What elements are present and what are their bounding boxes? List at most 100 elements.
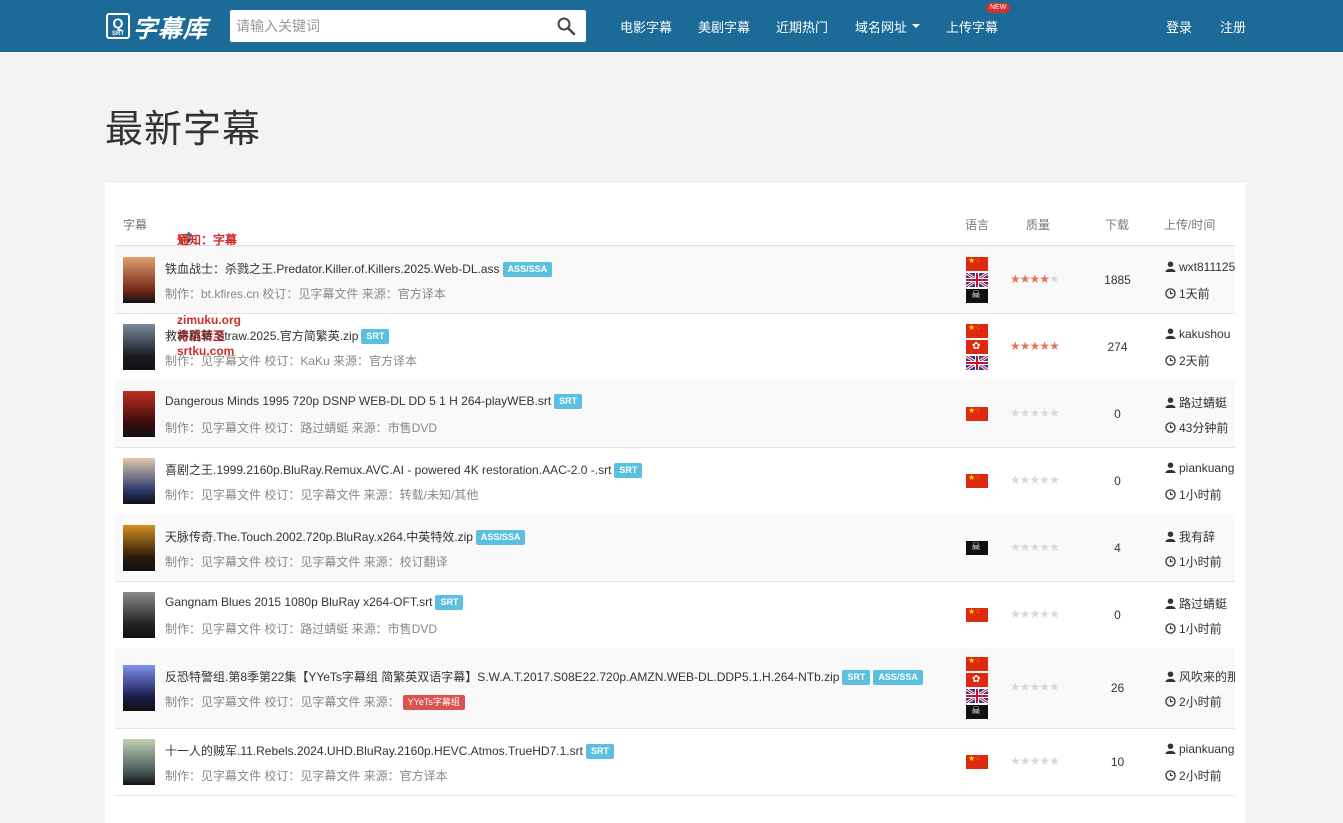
nav-domains-dropdown[interactable]: 域名网址	[855, 0, 921, 52]
china-flag-icon	[966, 607, 988, 622]
upload-time: 2小时前	[1165, 693, 1222, 710]
table-row[interactable]: 天脉传奇.The.Touch.2002.720p.BluRay.x264.中英特…	[115, 514, 1235, 582]
upload-time: 1小时前	[1165, 486, 1222, 503]
uploader-name[interactable]: 路过蜻蜓	[1179, 396, 1227, 410]
nav-trending[interactable]: 近期热门	[776, 0, 828, 52]
table-row[interactable]: Dangerous Minds 1995 720p DSNP WEB-DL DD…	[115, 380, 1235, 448]
register-label[interactable]: 注册	[1220, 17, 1246, 36]
subtitle-meta: 制作：见字幕文件 校订：见字幕文件 来源：转载/未知/其他	[165, 486, 478, 503]
upload-time-text: 1小时前	[1179, 487, 1222, 502]
star-icon: ★	[1039, 405, 1050, 420]
subtitle-title-link[interactable]: 反恐特警组.第8季第22集【YYeTs字幕组 简繁英双语字幕】S.W.A.T.2…	[165, 670, 839, 684]
table-row[interactable]: Gangnam Blues 2015 1080p BluRay x264-OFT…	[115, 581, 1235, 649]
upload-time-text: 2小时前	[1179, 768, 1222, 783]
movie-poster-thumbnail[interactable]	[123, 390, 155, 437]
movie-poster-thumbnail[interactable]	[123, 323, 155, 370]
star-icon: ★	[1039, 680, 1050, 694]
quality-rating: ★★★★★	[1010, 272, 1060, 286]
movie-poster-thumbnail[interactable]	[123, 738, 155, 785]
star-icon: ★	[1039, 606, 1050, 621]
top-navbar: Q SRT 字幕库 电影字幕 美剧字幕 近期热门 域名网址 上传字幕 NEW 登录…	[0, 0, 1343, 52]
table-row[interactable]: 铁血战士：杀戮之王.Predator.Killer.of.Killers.202…	[115, 246, 1235, 314]
clock-icon	[1165, 555, 1176, 567]
upload-time-text: 43分钟前	[1179, 420, 1229, 435]
subtitle-meta-text: 制作：见字幕文件 校订：路过蜻蜓 来源：市售DVD	[165, 420, 438, 435]
uploader[interactable]: 路过蜻蜓	[1165, 595, 1235, 612]
star-icon: ★	[1010, 338, 1021, 353]
download-count: 4	[1114, 540, 1121, 555]
clock-icon	[1165, 488, 1176, 500]
clock-icon	[1165, 421, 1176, 433]
subtitle-meta: 制作：见字幕文件 校订：见字幕文件 来源：官方译本	[165, 767, 448, 784]
movie-poster-thumbnail[interactable]	[123, 591, 155, 638]
subtitle-title-link[interactable]: 救命稻草.Straw.2025.官方简繁英.zip	[165, 329, 358, 343]
subtitle-title-line: 救命稻草.Straw.2025.官方简繁英.zip SRT	[165, 327, 390, 344]
subtitle-meta-text: 制作：见字幕文件 校订：见字幕文件 来源：	[165, 695, 400, 709]
clock-icon	[1165, 287, 1176, 299]
uploader[interactable]: piankuang	[1165, 461, 1235, 475]
format-badge: SRT	[361, 328, 390, 344]
movie-poster-thumbnail[interactable]	[123, 457, 155, 504]
nav-link[interactable]: 上传字幕 NEW	[946, 2, 1011, 36]
pirate-flag-icon	[966, 540, 988, 555]
site-logo[interactable]: Q SRT 字幕库	[106, 11, 208, 43]
subtitle-title-link[interactable]: 天脉传奇.The.Touch.2002.720p.BluRay.x264.中英特…	[165, 530, 473, 544]
uploader-name[interactable]: kakushou	[1179, 327, 1230, 341]
table-row[interactable]: 救命稻草.Straw.2025.官方简繁英.zip SRT 制作：见字幕文件 校订：…	[115, 313, 1235, 381]
uploader[interactable]: piankuang	[1165, 742, 1235, 756]
nav-link[interactable]: 电影字幕	[620, 17, 672, 36]
search-icon[interactable]	[556, 16, 576, 36]
subtitle-title-link[interactable]: 铁血战士：杀戮之王.Predator.Killer.of.Killers.202…	[165, 262, 500, 276]
table-row[interactable]: 喜剧之王.1999.2160p.BluRay.Remux.AVC.AI - po…	[115, 447, 1235, 515]
nav-link[interactable]: 美剧字幕	[698, 17, 750, 36]
uploader[interactable]: wxt811125	[1165, 260, 1235, 274]
uploader[interactable]: kakushou	[1165, 327, 1235, 341]
subtitle-meta-text: 制作：见字幕文件 校订：见字幕文件 来源：校订翻译	[165, 554, 448, 569]
hongkong-flag-icon	[966, 673, 988, 687]
uploader-name[interactable]: 路过蜻蜓	[1179, 597, 1227, 611]
user-icon	[1165, 327, 1176, 339]
search-input[interactable]	[230, 10, 550, 42]
star-icon: ★	[1019, 753, 1031, 768]
star-icon: ★	[1029, 338, 1041, 353]
download-count: 1885	[1104, 272, 1131, 287]
subtitle-meta-text: 制作：见字幕文件 校订：见字幕文件 来源：转载/未知/其他	[165, 487, 479, 502]
movie-poster-thumbnail[interactable]	[123, 524, 155, 571]
uploader[interactable]: 风吹来的那	[1165, 668, 1235, 685]
quality-rating: ★★★★★	[1010, 338, 1060, 353]
language-flags	[966, 656, 988, 721]
nav-link[interactable]: 近期热门	[776, 17, 828, 36]
user-icon	[1165, 742, 1176, 754]
login-link[interactable]: 登录	[1166, 0, 1192, 52]
star-icon: ★	[1049, 472, 1060, 487]
uploader-name[interactable]: wxt811125	[1179, 260, 1235, 274]
register-link[interactable]: 注册	[1220, 0, 1246, 52]
upload-time: 2天前	[1165, 352, 1210, 369]
uploader[interactable]: 路过蜻蜓	[1165, 394, 1235, 411]
pirate-flag-icon	[966, 704, 988, 719]
star-icon: ★	[1010, 680, 1021, 694]
login-label[interactable]: 登录	[1166, 17, 1192, 36]
star-icon: ★	[1019, 680, 1031, 694]
subtitle-title-link[interactable]: 喜剧之王.1999.2160p.BluRay.Remux.AVC.AI - po…	[165, 463, 611, 477]
uploader-name[interactable]: piankuang	[1179, 742, 1234, 756]
subtitle-title-link[interactable]: Dangerous Minds 1995 720p DSNP WEB-DL DD…	[165, 394, 551, 408]
movie-poster-thumbnail[interactable]	[123, 256, 155, 303]
uploader-name[interactable]: 我有辞	[1179, 530, 1215, 544]
table-row[interactable]: 十一人的贼军.11.Rebels.2024.UHD.BluRay.2160p.H…	[115, 728, 1235, 796]
source-group-badge[interactable]: YYeTs字幕组	[402, 695, 465, 710]
nav-tv-subs[interactable]: 美剧字幕	[698, 0, 750, 52]
movie-poster-thumbnail[interactable]	[123, 665, 155, 711]
subtitle-title-link[interactable]: Gangnam Blues 2015 1080p BluRay x264-OFT…	[165, 595, 432, 609]
star-icon: ★	[1049, 753, 1060, 768]
user-icon	[1165, 260, 1176, 272]
star-icon: ★	[1029, 753, 1041, 768]
nav-upload[interactable]: 上传字幕 NEW	[946, 0, 1011, 52]
uploader-name[interactable]: 风吹来的那	[1179, 670, 1235, 684]
subtitle-title-link[interactable]: 十一人的贼军.11.Rebels.2024.UHD.BluRay.2160p.H…	[165, 744, 583, 758]
uploader[interactable]: 我有辞	[1165, 528, 1235, 545]
table-row[interactable]: 反恐特警组.第8季第22集【YYeTs字幕组 简繁英双语字幕】S.W.A.T.2…	[115, 648, 1235, 729]
nav-link[interactable]: 域名网址	[855, 17, 907, 36]
uploader-name[interactable]: piankuang	[1179, 461, 1234, 475]
nav-movie-subs[interactable]: 电影字幕	[620, 0, 672, 52]
